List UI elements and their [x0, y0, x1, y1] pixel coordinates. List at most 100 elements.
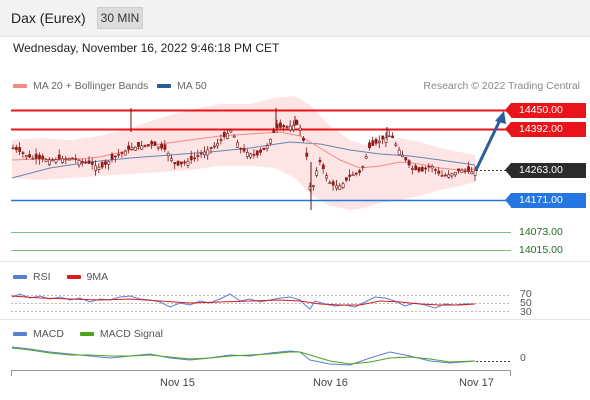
candle-body [288, 125, 292, 131]
candle-body [282, 125, 286, 128]
candle-body [242, 148, 246, 152]
candle-body [295, 120, 299, 125]
candle-body [404, 157, 408, 161]
candle-body [368, 142, 371, 149]
candle-body [460, 169, 464, 173]
chart-widget: Dax (Eurex) 30 MIN Wednesday, November 1… [0, 0, 590, 400]
candle-body [54, 159, 58, 163]
candle-body [292, 125, 296, 131]
candle-body [335, 185, 338, 189]
candle-body [71, 157, 74, 160]
candle-body [57, 154, 61, 160]
support-1-tag: 14171.00 [505, 193, 586, 208]
candle-body [21, 152, 25, 154]
candle-body [440, 175, 444, 177]
candle-body [348, 174, 352, 177]
candle-body [87, 160, 91, 164]
candle-body [394, 143, 398, 146]
candle-body [110, 153, 114, 160]
candle-body [358, 170, 362, 173]
candle-body [38, 154, 41, 160]
candle-body [127, 145, 131, 150]
candle-body [236, 142, 239, 148]
candle-body [387, 135, 391, 138]
support-3-label: 14015.00 [519, 244, 563, 256]
candle-body [364, 156, 368, 159]
candle-body [351, 174, 355, 176]
candle-body [193, 157, 197, 160]
macd-legend-label: MACD [33, 328, 64, 340]
candle-body [417, 167, 421, 172]
candle-body [123, 150, 127, 156]
candle-body [473, 170, 477, 176]
candle-body [407, 160, 411, 166]
candle-body [328, 182, 332, 184]
candle-body [156, 146, 160, 149]
candle-body [434, 169, 437, 171]
candle-body [216, 143, 220, 147]
x-axis-date-nov15: Nov 15 [160, 377, 195, 389]
candle-body [443, 174, 447, 177]
chart-canvas [0, 96, 590, 376]
candle-body [321, 164, 325, 170]
candle-body [381, 135, 385, 140]
candle-body [325, 175, 329, 179]
candle-body [189, 155, 193, 161]
candle-body [117, 153, 121, 156]
candle-body [137, 142, 140, 147]
candle-body [414, 165, 418, 171]
forecast-arrow-shaft [474, 117, 503, 171]
candle-body [120, 152, 124, 154]
candle-body [147, 144, 150, 146]
candle-body [285, 126, 289, 128]
candle-body [252, 154, 256, 156]
candle-body [354, 172, 358, 175]
last-price-tag: 14263.00 [505, 163, 586, 178]
candle-body [338, 185, 342, 190]
bollinger-band [12, 96, 475, 210]
candle-body [377, 140, 381, 144]
support-2-label: 14073.00 [519, 226, 563, 238]
candle-body [176, 160, 180, 166]
candle-body [186, 160, 190, 166]
candle-body [31, 157, 35, 160]
candle-body [453, 172, 457, 176]
x-axis-date-nov16: Nov 16 [313, 377, 348, 389]
candle-body [315, 170, 319, 176]
candle-body [232, 135, 236, 138]
candle-body [391, 135, 395, 139]
candle-body [222, 132, 226, 138]
rsi-legend: RSI 9MA [13, 271, 108, 283]
candle-body [166, 153, 170, 157]
candle-body [74, 158, 78, 160]
candle-body [170, 158, 173, 162]
candle-body [341, 183, 345, 188]
candle-body [104, 161, 107, 165]
candle-body [437, 170, 441, 174]
candle-body [47, 159, 51, 165]
candle-body [64, 158, 68, 160]
candle-body [51, 159, 55, 162]
rsi-legend-label: RSI [33, 271, 51, 283]
candle-body [114, 155, 117, 158]
candle-body [153, 141, 157, 146]
candle-body [374, 138, 378, 144]
macd-swatch [13, 332, 27, 336]
candle-body [410, 168, 414, 170]
candle-body [133, 146, 137, 151]
candle-body [28, 154, 32, 158]
candle-body [11, 147, 15, 150]
candle-body [196, 155, 200, 157]
candle-body [430, 165, 434, 169]
candle-body [15, 146, 18, 151]
candle-body [467, 166, 470, 172]
candle-body [107, 161, 111, 165]
candle-body [97, 166, 101, 170]
candle-body [100, 162, 104, 168]
candle-body [140, 145, 144, 150]
candle-body [61, 158, 65, 163]
candle-body [269, 138, 272, 144]
candle-body [239, 147, 243, 150]
candle-body [305, 152, 309, 157]
candle-body [84, 161, 88, 164]
